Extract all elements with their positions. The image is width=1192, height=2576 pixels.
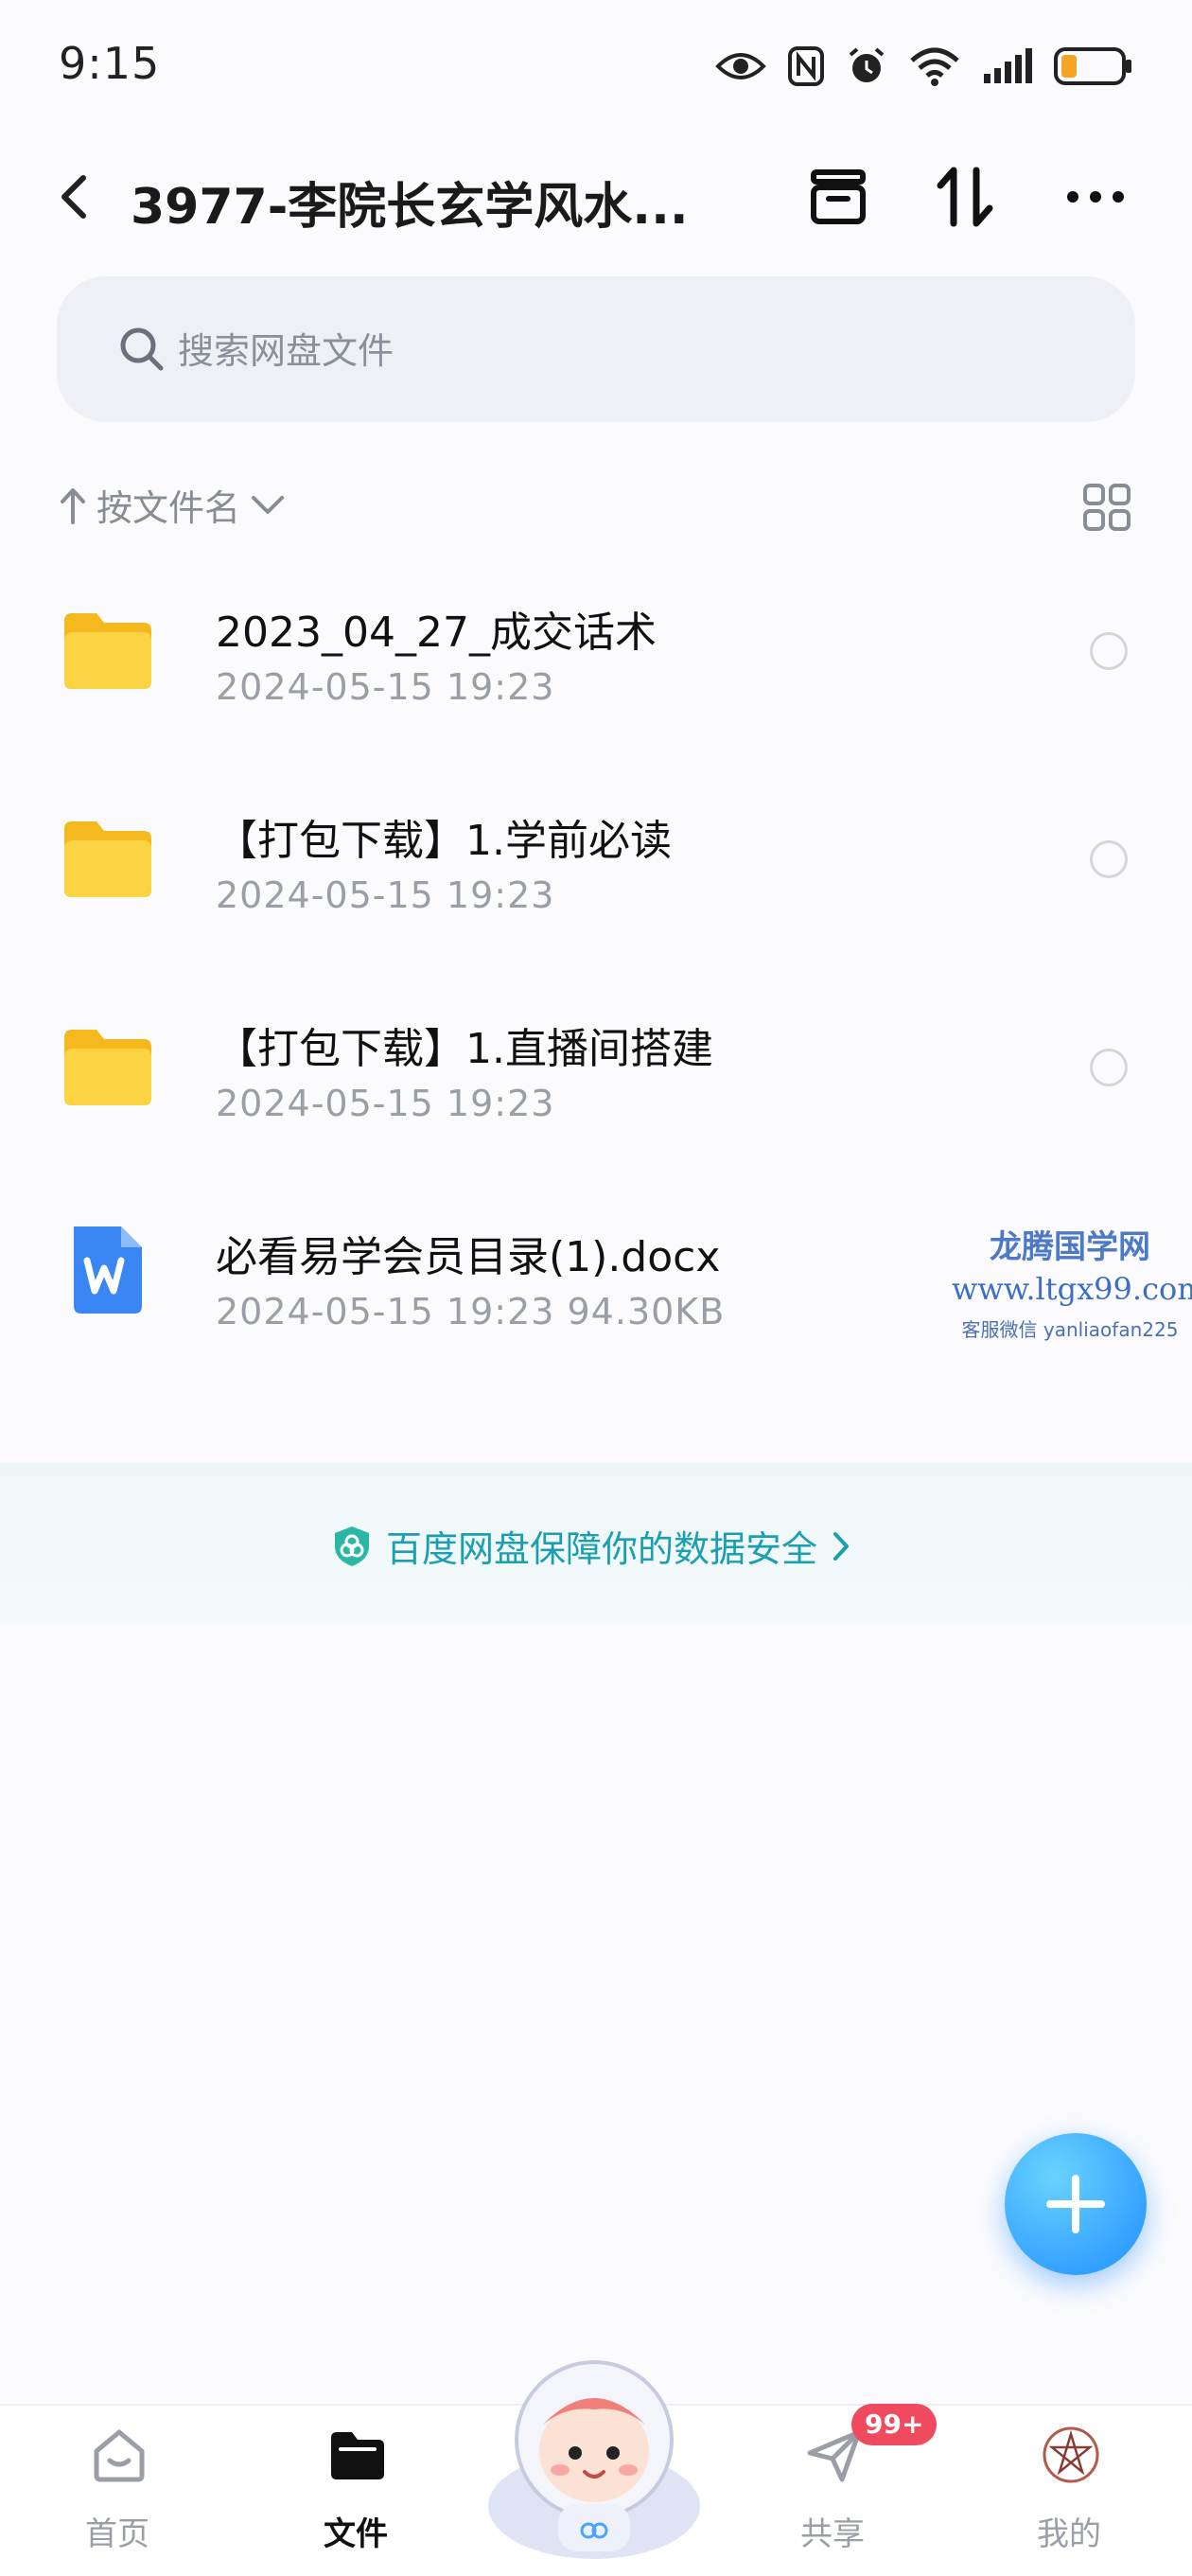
- file-meta: 2024-05-15 19:23: [216, 1083, 555, 1124]
- archive-button[interactable]: [800, 159, 876, 235]
- mascot-assistant-button[interactable]: [481, 2338, 708, 2565]
- search-input[interactable]: 搜索网盘文件: [57, 276, 1135, 422]
- wifi-icon: [910, 47, 959, 86]
- file-row-folder-3[interactable]: 【打包下载】1.直播间搭建 2024-05-15 19:23: [0, 965, 1192, 1173]
- share-badge: 99+: [851, 2404, 938, 2445]
- folder-icon: [64, 1030, 151, 1105]
- sort-label: 按文件名: [96, 487, 241, 529]
- alarm-icon: [849, 47, 885, 82]
- nfc-icon: [788, 46, 824, 86]
- file-name: 必看易学会员目录(1).docx: [216, 1233, 721, 1281]
- nav-home-label: 首页: [85, 2515, 149, 2553]
- nav-files[interactable]: 文件: [280, 2406, 431, 2576]
- folder-filled-icon: [331, 2432, 384, 2479]
- watermark: 龙腾国学网 www.ltgx99.com 客服微信 yanliaofan225: [952, 1221, 1192, 1342]
- more-horizontal-icon: [1067, 191, 1124, 203]
- search-icon: [120, 327, 164, 371]
- page-title: 3977-李院长玄学风水...: [131, 179, 689, 236]
- nav-mine-label: 我的: [1037, 2515, 1101, 2553]
- folder-icon: [64, 821, 151, 897]
- chevron-left-icon: [61, 175, 86, 219]
- chevron-down-icon: [252, 495, 285, 514]
- file-meta: 2024-05-15 19:23 94.30KB: [216, 1291, 726, 1332]
- file-name: 【打包下载】1.学前必读: [216, 817, 672, 865]
- sort-toggle-button[interactable]: [927, 159, 1003, 235]
- security-banner[interactable]: 百度网盘保障你的数据安全: [0, 1463, 1192, 1626]
- file-name: 【打包下载】1.直播间搭建: [216, 1025, 713, 1073]
- nav-files-label: 文件: [324, 2515, 388, 2553]
- chevron-right-icon: [833, 1531, 850, 1561]
- archive-icon: [811, 169, 866, 224]
- watermark-title: 龙腾国学网: [990, 1228, 1150, 1266]
- eye-icon: [715, 53, 766, 79]
- nav-mine[interactable]: 我的: [993, 2406, 1145, 2576]
- home-icon: [94, 2429, 145, 2482]
- file-meta: 2024-05-15 19:23: [216, 874, 555, 916]
- select-checkbox[interactable]: [1090, 1049, 1128, 1086]
- arrow-up-icon: [61, 487, 85, 524]
- sort-by-name-button[interactable]: 按文件名: [59, 479, 286, 531]
- watermark-contact: 客服微信 yanliaofan225: [961, 1318, 1179, 1341]
- battery-icon: [1054, 47, 1131, 85]
- watermark-url: www.ltgx99.com: [952, 1271, 1192, 1307]
- search-placeholder: 搜索网盘文件: [178, 330, 394, 372]
- word-doc-icon: [74, 1226, 142, 1314]
- swap-vertical-icon: [937, 167, 993, 227]
- folder-icon: [64, 613, 151, 689]
- signal-icon: [984, 48, 1032, 83]
- avatar: [1043, 2426, 1099, 2483]
- file-row-folder-2[interactable]: 【打包下载】1.学前必读 2024-05-15 19:23: [0, 757, 1192, 965]
- add-button[interactable]: [1005, 2133, 1147, 2275]
- back-button[interactable]: [51, 167, 100, 227]
- more-button[interactable]: [1058, 159, 1133, 235]
- shield-icon: [335, 1526, 369, 1566]
- file-name: 2023_04_27_成交话术: [216, 609, 657, 657]
- nav-share-label: 共享: [800, 2515, 865, 2553]
- status-time: 9:15: [59, 38, 161, 89]
- select-checkbox[interactable]: [1090, 840, 1128, 878]
- file-row-folder-1[interactable]: 2023_04_27_成交话术 2024-05-15 19:23: [0, 549, 1192, 757]
- grid-view-icon[interactable]: [1082, 483, 1131, 532]
- file-meta: 2024-05-15 19:23: [216, 666, 555, 708]
- select-checkbox[interactable]: [1090, 632, 1128, 670]
- plus-icon: [1046, 2175, 1105, 2233]
- banner-text: 百度网盘保障你的数据安全: [386, 1528, 818, 1570]
- nav-home[interactable]: 首页: [42, 2406, 193, 2576]
- status-icons: [715, 38, 1133, 95]
